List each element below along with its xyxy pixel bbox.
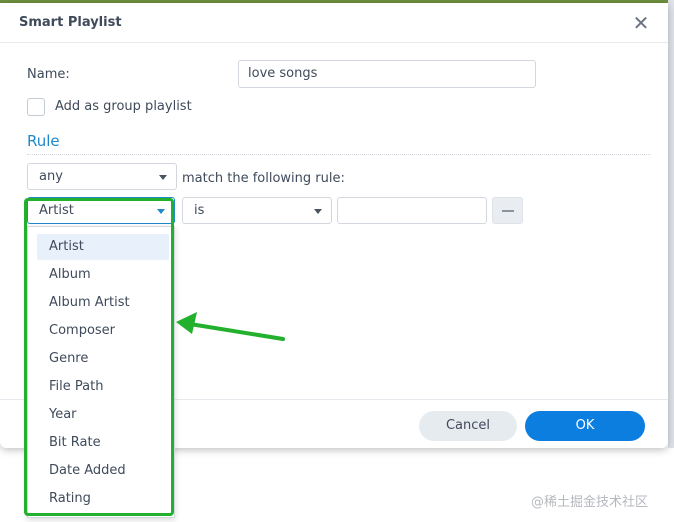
- annotation-arrow-icon: [176, 312, 285, 341]
- page: Smart Playlist ✕ Name: love songs Add as…: [0, 0, 674, 522]
- watermark: @稀土掘金技术社区: [531, 495, 649, 510]
